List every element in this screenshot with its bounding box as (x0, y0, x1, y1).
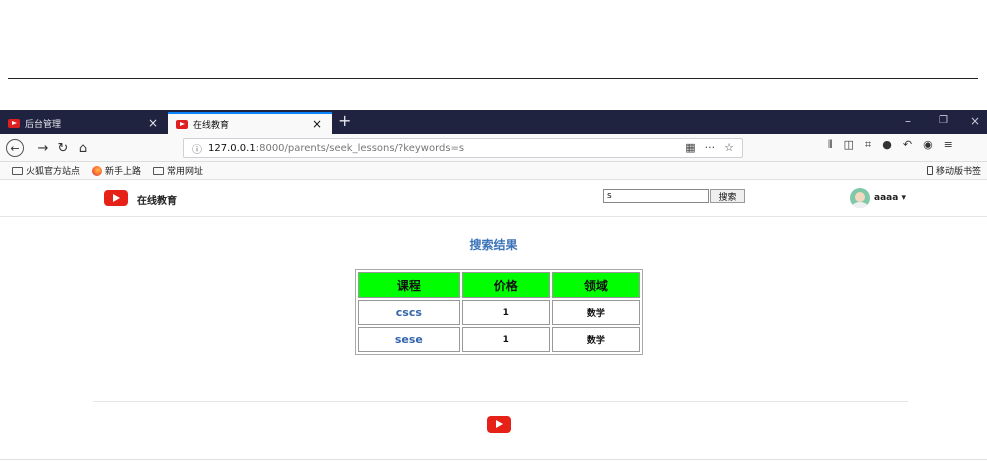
youtube-favicon-icon (8, 118, 20, 128)
screenshot-icon[interactable]: ⌗ (865, 138, 871, 152)
close-window-icon[interactable]: × (970, 114, 980, 128)
close-tab-icon[interactable]: × (312, 118, 322, 130)
page: 后台管理 × 在线教育 × + – ❐ × ← → ↻ ⌂ ⓘ 127.0.0.… (0, 0, 987, 461)
bookmarks-bar: 火狐官方站点 新手上路 常用网址 移动版书签 (0, 162, 987, 180)
caret-down-icon: ▾ (901, 193, 906, 203)
username: aaaa (874, 193, 899, 203)
youtube-logo-icon[interactable] (104, 190, 128, 206)
library-icon[interactable]: ⫴ (828, 138, 833, 152)
avatar[interactable] (850, 188, 870, 208)
url-bar[interactable]: ⓘ 127.0.0.1:8000/parents/seek_lessons/?k… (183, 138, 743, 158)
reload-icon[interactable]: ↻ (56, 138, 70, 158)
site-title[interactable]: 在线教育 (137, 192, 177, 207)
bookmark-label: 火狐官方站点 (26, 167, 81, 177)
info-icon[interactable]: ⓘ (192, 141, 202, 156)
table-header-row: 课程 价格 领域 (358, 272, 640, 298)
footer-youtube-logo-icon (487, 416, 511, 433)
folder-icon (12, 166, 23, 175)
domain-cell: 数学 (551, 327, 640, 352)
menu-icon[interactable]: ≡ (944, 138, 953, 152)
results-title: 搜索结果 (469, 238, 518, 252)
site-header: 在线教育 搜索 aaaa ▾ (0, 181, 987, 217)
bookmark-label: 常用网址 (167, 167, 204, 177)
bookmark-star-icon[interactable]: ☆ (724, 141, 734, 154)
restore-icon[interactable]: ❐ (939, 114, 948, 128)
bottom-divider (0, 459, 987, 460)
tab-label: 后台管理 (25, 119, 62, 130)
sidebar-icon[interactable]: ◫ (844, 138, 854, 152)
footer-divider (93, 401, 908, 402)
browser-tab-bar: 后台管理 × 在线教育 × (0, 110, 987, 134)
course-link[interactable]: cscs (358, 300, 460, 325)
phone-icon (926, 166, 933, 175)
tab-online-education[interactable]: 在线教育 × (168, 112, 332, 134)
extension-icon[interactable]: ◉ (923, 138, 933, 152)
close-tab-icon[interactable]: × (148, 117, 158, 129)
bookmark-common-sites[interactable]: 常用网址 (153, 164, 203, 177)
price-cell: 1 (461, 327, 550, 352)
forward-arrow-icon[interactable]: → (36, 138, 50, 158)
header-course: 课程 (358, 272, 460, 298)
home-icon[interactable]: ⌂ (76, 138, 90, 158)
youtube-favicon-icon (176, 119, 188, 129)
search-button[interactable]: 搜索 (710, 189, 745, 203)
tab-label: 在线教育 (193, 120, 230, 131)
bookmark-firefox-site[interactable]: 火狐官方站点 (12, 164, 80, 177)
header-price: 价格 (461, 272, 550, 298)
toolbar-icons: ⫴ ◫ ⌗ ● ↶ ◉ ≡ (828, 138, 953, 152)
folder-icon (153, 166, 165, 175)
bookmark-getting-started[interactable]: 新手上路 (92, 164, 141, 177)
undo-icon[interactable]: ↶ (903, 138, 912, 152)
top-divider (8, 78, 978, 79)
minimize-icon[interactable]: – (905, 114, 911, 128)
bookmark-label: 移动版书签 (935, 167, 981, 177)
chat-icon[interactable]: ● (882, 138, 892, 152)
bookmark-label: 新手上路 (105, 167, 142, 177)
qr-code-icon[interactable]: ▦ (685, 141, 695, 154)
back-arrow-icon[interactable]: ← (6, 139, 24, 157)
bookmark-mobile[interactable]: 移动版书签 (926, 164, 981, 177)
search-input[interactable] (603, 189, 709, 203)
url-host: 127.0.0.1 (208, 142, 256, 154)
course-link[interactable]: sese (358, 327, 460, 352)
price-cell: 1 (461, 300, 550, 325)
header-domain: 领域 (551, 272, 640, 298)
table-row: sese 1 数学 (358, 327, 640, 352)
results-table: 课程 价格 领域 cscs 1 数学 sese 1 数学 (355, 269, 643, 355)
page-actions-icon[interactable]: ··· (705, 141, 716, 154)
new-tab-icon[interactable]: + (338, 112, 351, 130)
domain-cell: 数学 (551, 300, 640, 325)
table-row: cscs 1 数学 (358, 300, 640, 325)
tab-admin[interactable]: 后台管理 × (0, 112, 168, 134)
user-menu[interactable]: aaaa ▾ (874, 193, 906, 203)
firefox-icon (92, 165, 103, 176)
url-path: :8000/parents/seek_lessons/?keywords=s (255, 142, 465, 154)
